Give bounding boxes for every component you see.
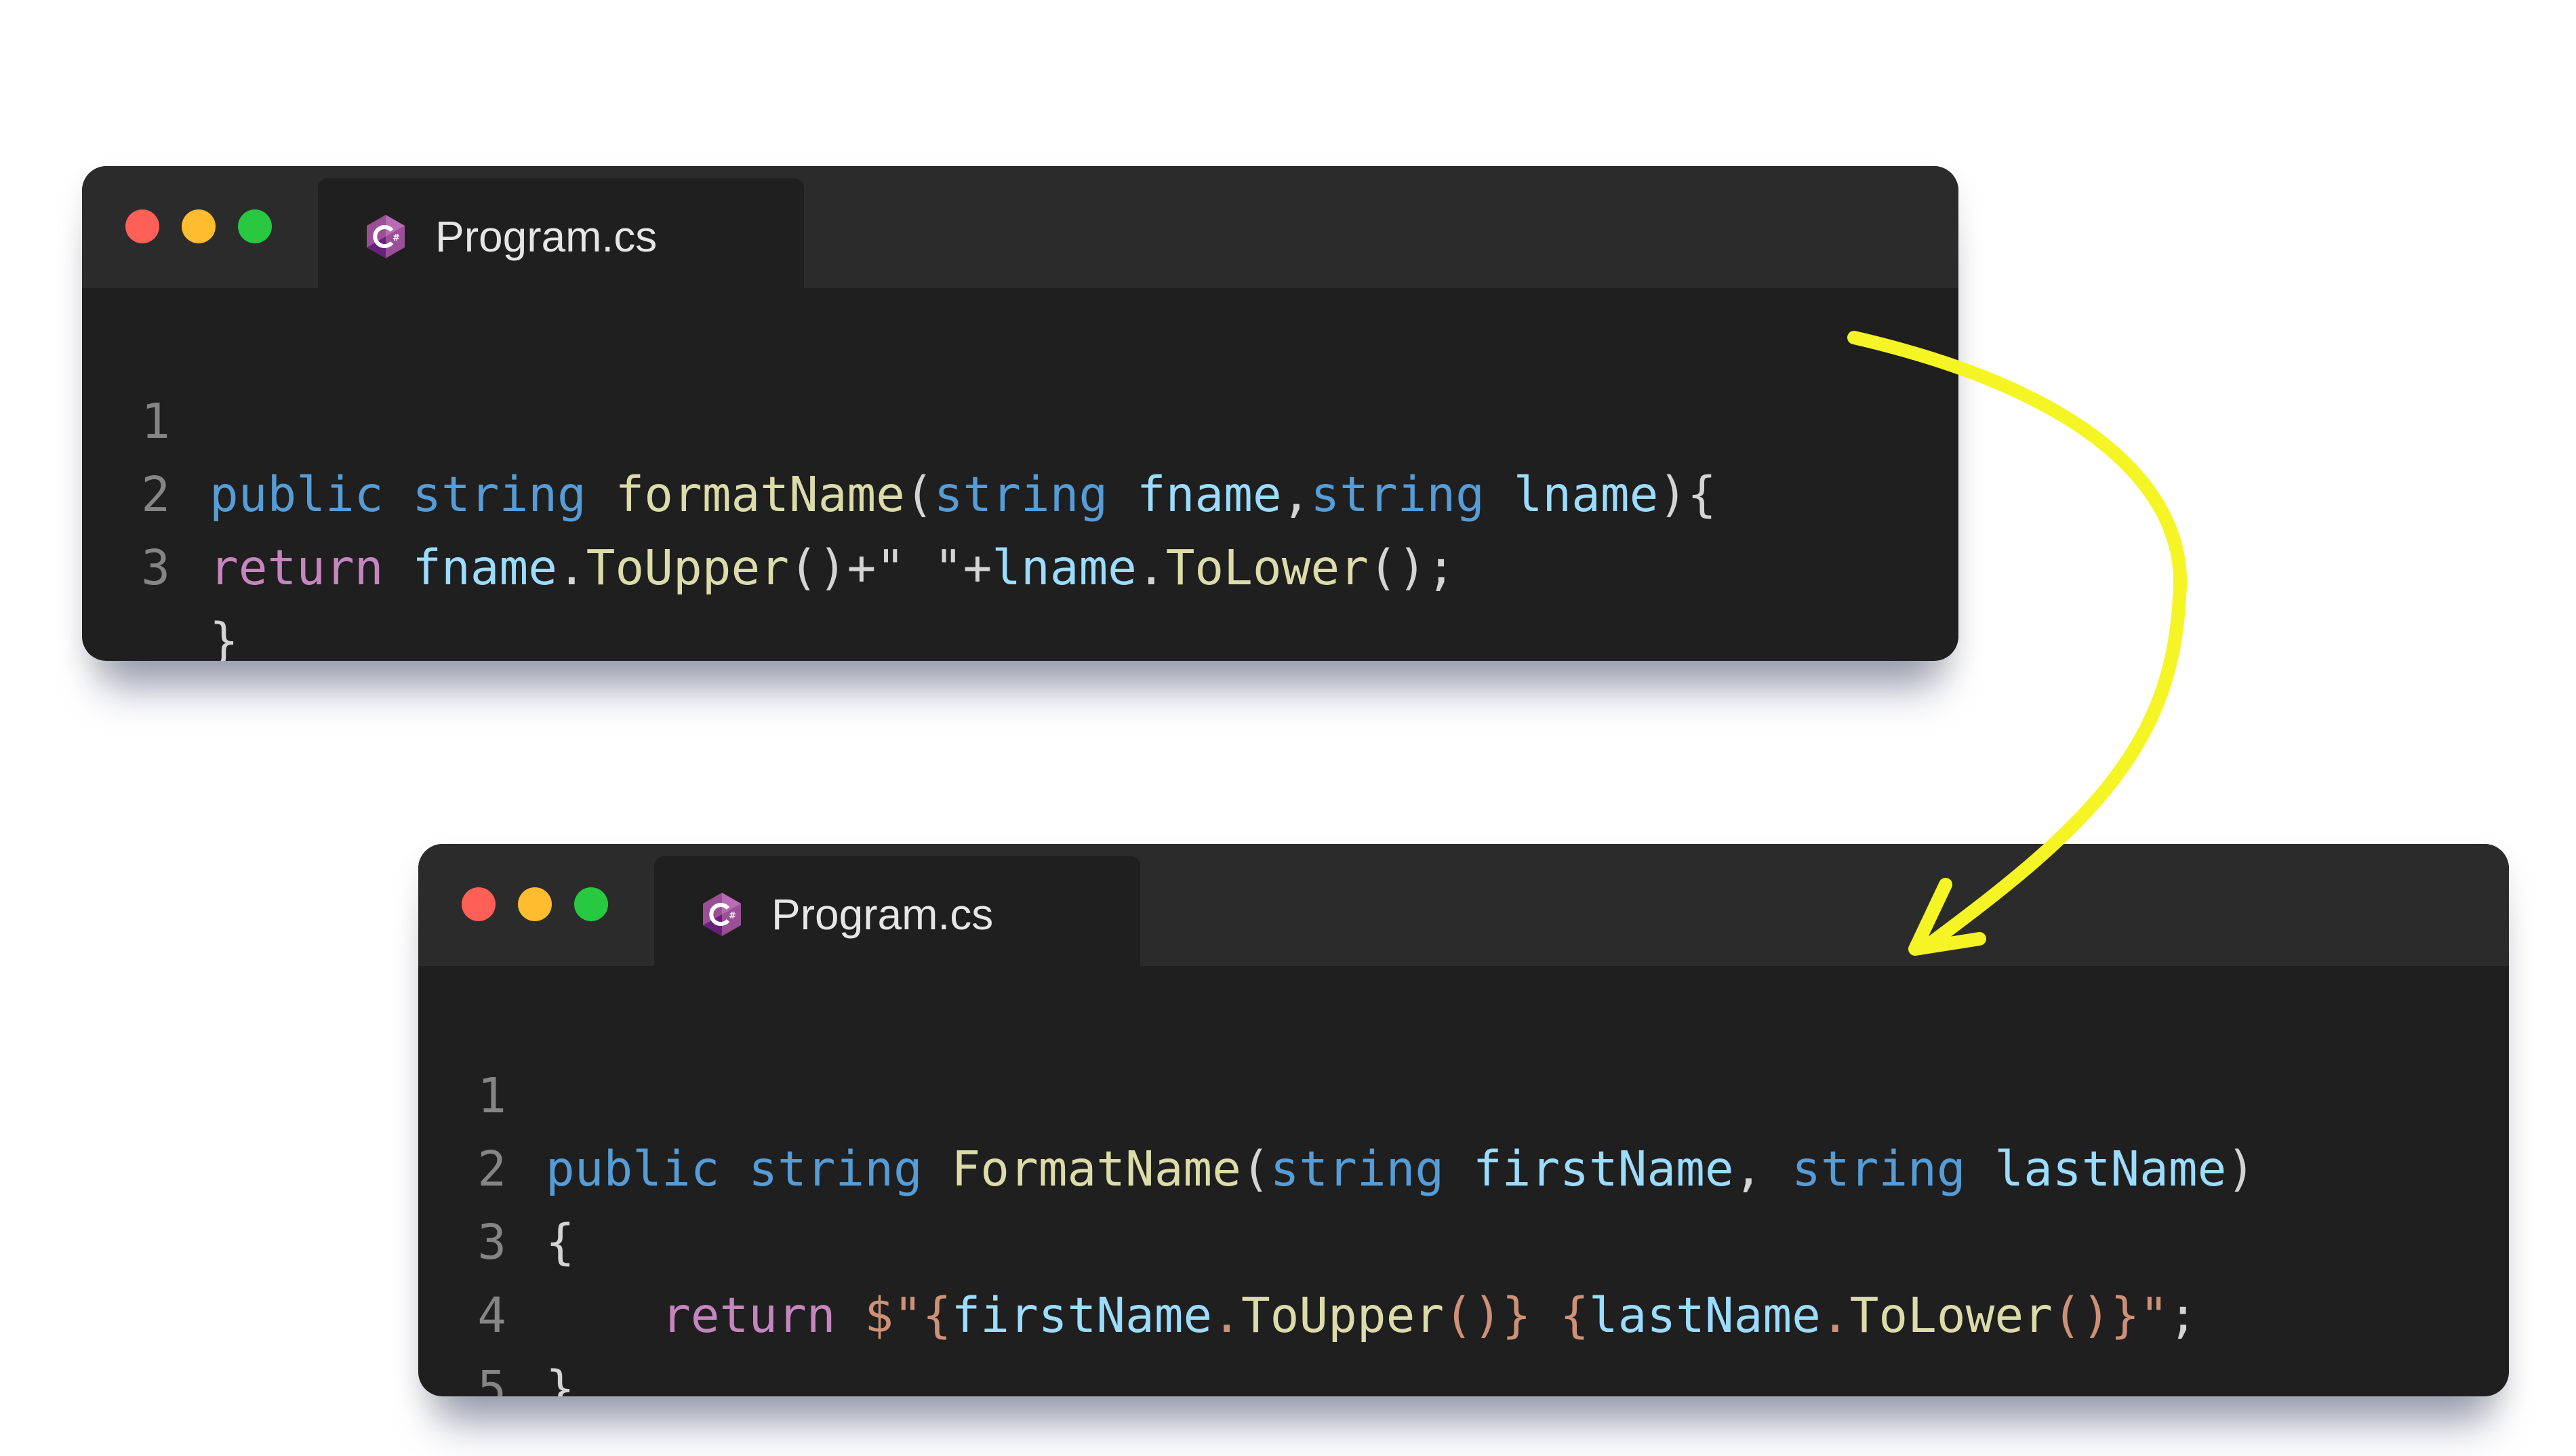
svg-text:#: # xyxy=(393,233,400,243)
window-controls xyxy=(125,209,272,243)
code-line: 3 return $"{firstName.ToUpper()} {lastNa… xyxy=(418,1133,2197,1343)
code-editor[interactable]: 1 public string formatName(string fname,… xyxy=(82,288,1958,661)
tab-label: Program.cs xyxy=(435,212,658,261)
code-line: 2 { xyxy=(418,1059,650,1270)
editor-window-before: # Program.cs 1 public string formatName(… xyxy=(82,166,1958,661)
line-text: } xyxy=(209,613,239,661)
title-bar: # Program.cs xyxy=(418,844,2509,966)
editor-window-after: # Program.cs 1 public string FormatName(… xyxy=(418,844,2509,1396)
line-number: 3 xyxy=(141,540,170,596)
minimize-button[interactable] xyxy=(182,209,216,243)
csharp-icon: # xyxy=(703,893,741,936)
line-text: public string formatName(string fname,st… xyxy=(209,466,1716,523)
csharp-icon: # xyxy=(367,215,405,258)
code-line: 3 } xyxy=(82,458,314,661)
line-text: return $"{firstName.ToUpper()} {lastName… xyxy=(661,1287,2198,1343)
window-controls xyxy=(462,887,608,921)
code-editor[interactable]: 1 public string FormatName(string firstN… xyxy=(418,966,2509,1396)
code-line: 2 return fname.ToUpper()+" "+lname.ToLow… xyxy=(82,385,1455,596)
close-button[interactable] xyxy=(462,887,496,921)
code-line: 1 public string FormatName(string firstN… xyxy=(418,986,2255,1197)
maximize-button[interactable] xyxy=(574,887,608,921)
close-button[interactable] xyxy=(125,209,159,243)
code-line: 5 xyxy=(418,1279,650,1396)
line-text: public string FormatName(string firstNam… xyxy=(546,1141,2256,1197)
minimize-button[interactable] xyxy=(518,887,552,921)
maximize-button[interactable] xyxy=(238,209,272,243)
code-line: 4 } xyxy=(418,1206,650,1396)
title-bar: # Program.cs xyxy=(82,166,1958,288)
canvas: # Program.cs 1 public string formatName(… xyxy=(0,0,2576,1456)
file-tab[interactable]: # Program.cs xyxy=(318,178,804,288)
file-tab[interactable]: # Program.cs xyxy=(654,856,1140,966)
line-number: 5 xyxy=(477,1360,506,1396)
code-line: 1 public string formatName(string fname,… xyxy=(82,312,1716,523)
tab-label: Program.cs xyxy=(771,890,994,939)
svg-text:#: # xyxy=(729,911,736,921)
line-text: return fname.ToUpper()+" "+lname.ToLower… xyxy=(209,540,1456,596)
